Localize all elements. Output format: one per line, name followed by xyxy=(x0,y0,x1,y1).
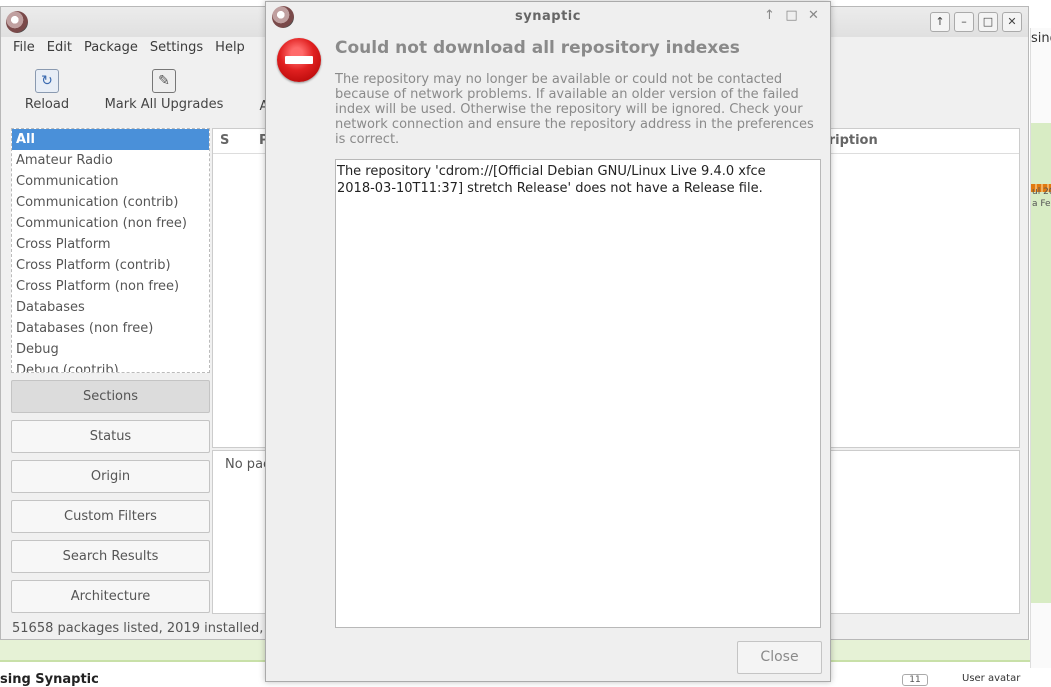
background-text-fragment: ul 20 xyxy=(1032,187,1051,197)
background-right-panel xyxy=(1030,28,1051,668)
status-filter-button[interactable]: Status xyxy=(11,420,210,453)
list-item[interactable]: Cross Platform xyxy=(12,234,209,255)
sections-list[interactable]: All Amateur Radio Communication Communic… xyxy=(11,128,210,373)
maximize-icon[interactable]: □ xyxy=(978,12,998,32)
dialog-title: synaptic xyxy=(515,9,581,24)
mark-all-upgrades-button[interactable]: ✎ Mark All Upgrades xyxy=(101,63,227,112)
list-item[interactable]: Cross Platform (contrib) xyxy=(12,255,209,276)
error-details-line: 2018-03-10T11:37] stretch Release' does … xyxy=(337,181,763,196)
list-item[interactable]: Communication xyxy=(12,171,209,192)
menu-settings[interactable]: Settings xyxy=(144,37,209,59)
list-item[interactable]: Debug (contrib) xyxy=(12,360,209,372)
list-item[interactable]: Databases (non free) xyxy=(12,318,209,339)
search-results-button[interactable]: Search Results xyxy=(11,540,210,573)
background-heading-fragment: sing xyxy=(1031,31,1051,46)
background-badge: 11 xyxy=(902,674,928,686)
architecture-filter-button[interactable]: Architecture xyxy=(11,580,210,613)
list-item[interactable]: Debug xyxy=(12,339,209,360)
menu-file[interactable]: File xyxy=(1,37,41,59)
error-icon xyxy=(277,38,321,82)
list-item[interactable]: Communication (contrib) xyxy=(12,192,209,213)
list-item[interactable]: All xyxy=(12,129,209,150)
sections-filter-button[interactable]: Sections xyxy=(11,380,210,413)
status-bar: 51658 packages listed, 2019 installed, 0 xyxy=(12,621,276,636)
list-item[interactable]: Databases xyxy=(12,297,209,318)
list-item[interactable]: Amateur Radio xyxy=(12,150,209,171)
close-icon[interactable]: ✕ xyxy=(807,8,820,23)
list-item[interactable]: Communication (non free) xyxy=(12,213,209,234)
background-text-fragment: a Fe xyxy=(1032,199,1051,209)
minimize-icon[interactable]: – xyxy=(954,12,974,32)
mark-upgrades-icon: ✎ xyxy=(152,69,176,93)
dialog-heading: Could not download all repository indexe… xyxy=(335,38,740,58)
origin-filter-button[interactable]: Origin xyxy=(11,460,210,493)
column-header-status[interactable]: S xyxy=(220,129,229,153)
custom-filters-button[interactable]: Custom Filters xyxy=(11,500,210,533)
dialog-titlebar[interactable]: synaptic ↑ □ ✕ xyxy=(266,2,830,32)
keep-above-icon[interactable]: ↑ xyxy=(930,12,950,32)
menu-package[interactable]: Package xyxy=(78,37,144,59)
error-details-line: The repository 'cdrom://[Official Debian… xyxy=(337,164,766,179)
keep-above-icon[interactable]: ↑ xyxy=(763,8,776,23)
list-item[interactable]: Cross Platform (non free) xyxy=(12,276,209,297)
menu-edit[interactable]: Edit xyxy=(41,37,78,59)
mark-all-upgrades-label: Mark All Upgrades xyxy=(104,97,224,112)
close-icon[interactable]: ✕ xyxy=(1002,12,1022,32)
background-page-heading: sing Synaptic xyxy=(0,672,99,687)
window-controls: ↑ – □ ✕ xyxy=(930,12,1022,32)
reload-icon: ↻ xyxy=(35,69,59,93)
close-button[interactable]: Close xyxy=(737,641,822,674)
error-details-textview[interactable]: The repository 'cdrom://[Official Debian… xyxy=(335,159,821,628)
menu-help[interactable]: Help xyxy=(209,37,251,59)
maximize-icon[interactable]: □ xyxy=(785,8,798,23)
reload-button[interactable]: ↻ Reload xyxy=(19,63,75,112)
dialog-window-controls: ↑ □ ✕ xyxy=(763,8,820,23)
reload-label: Reload xyxy=(24,97,70,112)
error-dialog: synaptic ↑ □ ✕ Could not download all re… xyxy=(265,1,831,682)
description-placeholder: No pac xyxy=(225,457,271,472)
dialog-message: The repository may no longer be availabl… xyxy=(335,72,814,147)
synaptic-app-icon[interactable] xyxy=(6,11,28,33)
user-avatar-label[interactable]: User avatar xyxy=(962,673,1020,684)
